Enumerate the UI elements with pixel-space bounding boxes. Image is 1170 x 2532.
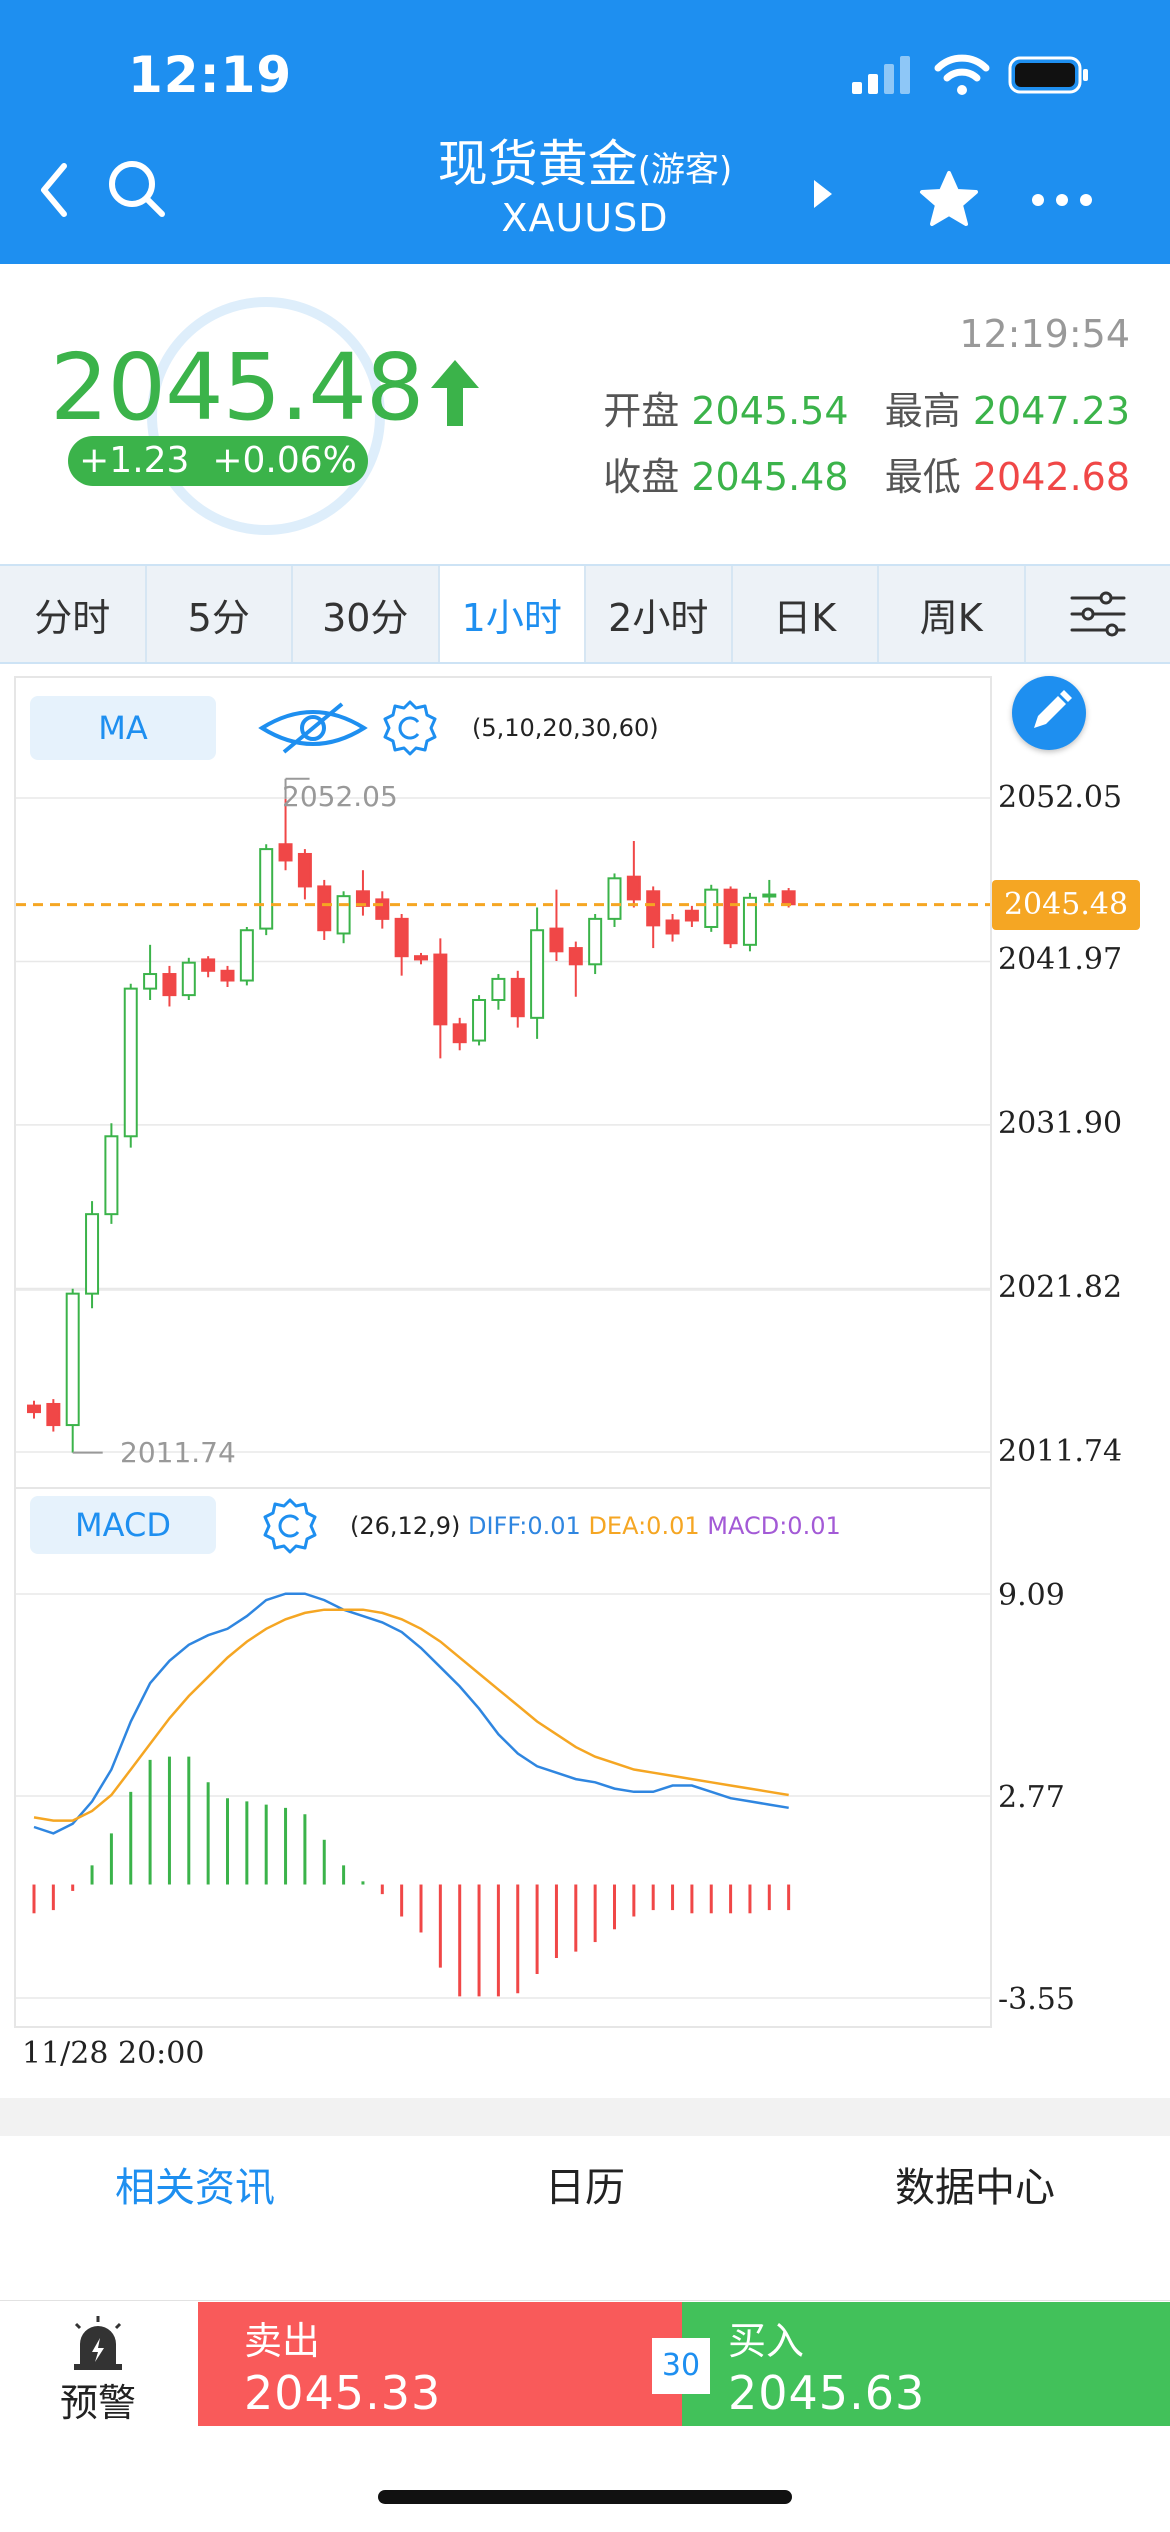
candle-down [684, 909, 699, 922]
sell-label: 卖出 [244, 2319, 321, 2363]
candle-down [220, 969, 235, 982]
candle-up [65, 1292, 80, 1427]
current-price-tag: 2045.48 [992, 880, 1140, 930]
candle-down [394, 917, 409, 958]
diff-line [33, 1592, 789, 1835]
candle-up [588, 917, 603, 966]
candle-down [46, 1402, 61, 1427]
candle-up [491, 977, 506, 1001]
section-divider [0, 2098, 1170, 2136]
macd-settings-gear-icon[interactable] [260, 1496, 320, 1556]
max-price-label: 2052.05 [282, 780, 398, 813]
macd-params: (26,12,9) [350, 1512, 461, 1540]
candle-up [336, 895, 351, 935]
candle-up [259, 848, 274, 930]
alert-label: 预警 [59, 2381, 136, 2425]
tab-calendar[interactable]: 日历 [390, 2136, 780, 2240]
alarm-light-icon [74, 2316, 122, 2370]
candle-up [104, 1135, 119, 1216]
tab-data-center[interactable]: 数据中心 [780, 2136, 1170, 2240]
buy-button[interactable]: 买入 2045.63 [682, 2302, 1170, 2426]
macd-indicator-button[interactable]: MACD [30, 1496, 216, 1554]
dea-value: DEA:0.01 [588, 1512, 700, 1540]
candle-down [433, 953, 448, 1026]
candle-down [781, 890, 796, 906]
candle-up [472, 998, 487, 1042]
candle-down [646, 890, 661, 927]
macd-value: MACD:0.01 [707, 1512, 841, 1540]
tab-related-news[interactable]: 相关资讯 [0, 2136, 390, 2240]
price-tick-label: 2011.74 [998, 1434, 1123, 1469]
macd-histogram [32, 1756, 791, 1997]
candle-up [143, 973, 158, 990]
candle-down [723, 888, 738, 945]
macd-tick-label: -3.55 [998, 1982, 1075, 2017]
candle-down [201, 958, 216, 972]
candle-down [375, 898, 390, 920]
price-tick-label: 2052.05 [998, 780, 1123, 815]
info-tabs: 相关资讯 日历 数据中心 [0, 2136, 1170, 2240]
start-date-label: 11/28 20:00 [22, 2036, 205, 2071]
candle-down [162, 973, 177, 997]
price-tick-label: 2021.82 [998, 1270, 1123, 1305]
candles [27, 798, 796, 1453]
price-tick-label: 2041.97 [998, 942, 1123, 977]
candle-up [85, 1213, 100, 1295]
sell-button[interactable]: 卖出 2045.33 [198, 2302, 682, 2426]
candle-up [607, 877, 622, 920]
home-indicator[interactable] [378, 2490, 792, 2504]
min-price-label: 2011.74 [120, 1436, 236, 1469]
macd-values: (26,12,9) DIFF:0.01 DEA:0.01 MACD:0.01 [350, 1512, 841, 1540]
alert-button[interactable]: 预警 [0, 2300, 196, 2428]
candle-up [704, 888, 719, 928]
diff-value: DIFF:0.01 [467, 1512, 581, 1540]
candle-down [278, 843, 293, 862]
candle-up [123, 987, 138, 1138]
candle-down [452, 1023, 467, 1044]
candle-up [762, 893, 777, 898]
candle-down [510, 977, 525, 1018]
candle-down [626, 875, 641, 901]
macd-tick-label: 9.09 [998, 1578, 1065, 1613]
candle-down [414, 955, 428, 961]
candlestick-chart[interactable] [0, 0, 1170, 2100]
candle-up [181, 961, 196, 997]
candle-up [530, 929, 545, 1019]
candle-down [568, 947, 583, 966]
candle-down [549, 927, 564, 953]
buy-label: 买入 [728, 2319, 805, 2363]
price-tick-label: 2031.90 [998, 1106, 1123, 1141]
sell-price: 2045.33 [244, 2366, 442, 2420]
candle-down [665, 919, 680, 935]
candle-down [27, 1404, 41, 1414]
macd-tick-label: 2.77 [998, 1780, 1065, 1815]
candle-up [239, 929, 254, 982]
spread-badge: 30 [652, 2338, 710, 2394]
candle-down [317, 885, 332, 932]
buy-price: 2045.63 [728, 2366, 926, 2420]
candle-down [297, 852, 312, 888]
